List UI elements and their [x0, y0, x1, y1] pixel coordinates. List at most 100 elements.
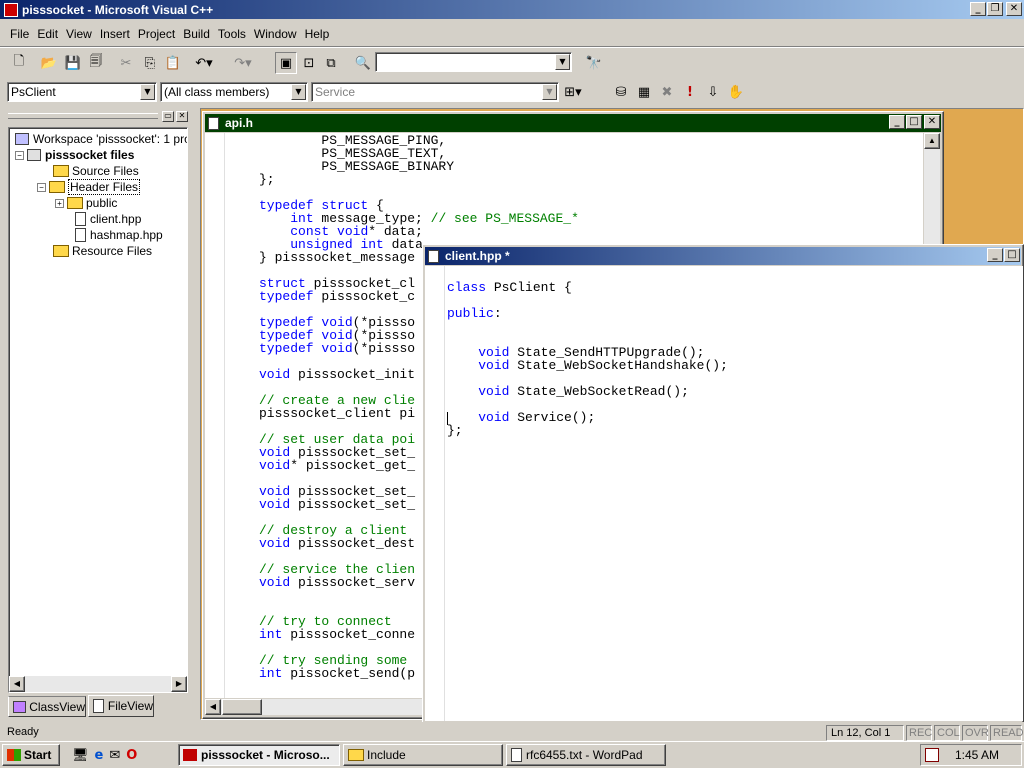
- output-toggle-icon[interactable]: ⊡: [298, 52, 320, 74]
- wizard-action-icon[interactable]: ⊞▾: [562, 81, 584, 103]
- client-hpp-titlebar[interactable]: client.hpp * _ □: [425, 247, 1021, 265]
- api-close-button[interactable]: ✕: [924, 115, 940, 129]
- workspace-icon: [15, 133, 29, 145]
- tree-header-files[interactable]: − Header Files: [37, 179, 141, 195]
- paste-icon[interactable]: 📋: [162, 52, 184, 74]
- document-icon: [208, 116, 219, 130]
- tree-client-hpp[interactable]: client.hpp: [75, 211, 141, 227]
- app-titlebar[interactable]: pisssocket - Microsoft Visual C++ _ ❐ ✕: [0, 0, 1024, 19]
- menu-tools[interactable]: Tools: [214, 27, 250, 41]
- clock[interactable]: 1:45 AM: [955, 748, 999, 762]
- show-desktop-icon[interactable]: 🖥: [72, 748, 89, 763]
- workspace-close-button[interactable]: ✕: [176, 111, 188, 122]
- menu-insert[interactable]: Insert: [96, 27, 134, 41]
- collapse-icon[interactable]: −: [37, 182, 46, 192]
- api-minimize-button[interactable]: _: [889, 115, 905, 129]
- menu-view[interactable]: View: [62, 27, 96, 41]
- task-msdev[interactable]: pisssocket - Microso...: [178, 744, 340, 766]
- chevron-down-icon[interactable]: ▼: [140, 84, 155, 100]
- menu-help[interactable]: Help: [301, 27, 334, 41]
- scroll-left-icon[interactable]: ◀: [205, 699, 221, 715]
- workspace-toggle-icon[interactable]: ▣: [275, 52, 297, 74]
- copy-icon[interactable]: ⎘: [139, 52, 161, 74]
- menu-project[interactable]: Project: [134, 27, 179, 41]
- task-label: Include: [367, 748, 406, 762]
- client-hpp-title: client.hpp *: [445, 249, 510, 263]
- open-folder-icon[interactable]: 📂: [38, 52, 60, 74]
- tree-resource-files[interactable]: Resource Files: [53, 243, 152, 259]
- client-hpp-window[interactable]: client.hpp * _ □ class PsClient { public…: [422, 244, 1024, 724]
- internet-explorer-icon[interactable]: e: [95, 748, 104, 763]
- class-combo[interactable]: PsClient ▼: [7, 82, 157, 102]
- save-all-icon[interactable]: 🗐: [85, 52, 107, 74]
- tree-root-label: Workspace 'pisssocket': 1 proje: [33, 132, 188, 146]
- expand-icon[interactable]: +: [55, 198, 64, 208]
- text-caret: [447, 412, 448, 425]
- menu-file[interactable]: File: [6, 27, 33, 41]
- cut-icon[interactable]: ✂: [115, 52, 137, 74]
- client-maximize-button[interactable]: □: [1004, 248, 1020, 262]
- tree-item-label: Source Files: [72, 164, 139, 178]
- client-gutter: [425, 266, 445, 721]
- workspace-grip[interactable]: [8, 113, 158, 119]
- undo-icon[interactable]: ↶▾: [193, 52, 215, 74]
- menu-window[interactable]: Window: [250, 27, 301, 41]
- build-icon[interactable]: ▦: [633, 81, 655, 103]
- client-code-line: void State_WebSocketRead();: [478, 384, 689, 399]
- scroll-left-icon[interactable]: ◀: [9, 676, 25, 692]
- status-read: READ: [990, 725, 1024, 741]
- tree-item-label: hashmap.hpp: [90, 228, 163, 242]
- redo-icon[interactable]: ↷▾: [232, 52, 254, 74]
- api-maximize-button[interactable]: □: [906, 115, 922, 129]
- task-include[interactable]: Include: [343, 744, 503, 766]
- stop-build-icon[interactable]: ✖: [656, 81, 678, 103]
- chevron-down-icon[interactable]: ▼: [555, 54, 570, 70]
- save-icon[interactable]: 💾: [62, 52, 84, 74]
- tab-fileview[interactable]: FileView: [88, 695, 154, 717]
- window-list-icon[interactable]: ⧉: [320, 52, 342, 74]
- start-button[interactable]: Start: [2, 744, 60, 766]
- collapse-icon[interactable]: −: [15, 150, 24, 160]
- client-editor[interactable]: class PsClient { public: void State_Send…: [425, 266, 1023, 721]
- find-in-files-icon[interactable]: 🔍: [352, 52, 374, 74]
- menu-build[interactable]: Build: [179, 27, 214, 41]
- outlook-express-icon[interactable]: ✉: [109, 748, 120, 763]
- new-file-icon[interactable]: 🗋: [8, 52, 30, 74]
- compile-icon[interactable]: ⛁: [610, 81, 632, 103]
- tree-public[interactable]: + public: [55, 195, 117, 211]
- scroll-up-icon[interactable]: ▲: [924, 133, 940, 149]
- tree-project-label: pisssocket files: [45, 148, 135, 162]
- chevron-down-icon[interactable]: ▼: [542, 84, 557, 100]
- tray-icon[interactable]: [925, 748, 939, 762]
- breakpoint-hand-icon[interactable]: ✋: [725, 81, 747, 103]
- classview-icon: [13, 700, 27, 713]
- filter-combo[interactable]: (All class members) ▼: [160, 82, 308, 102]
- execute-icon[interactable]: !: [679, 81, 701, 103]
- scroll-thumb[interactable]: [222, 699, 262, 715]
- system-tray: 1:45 AM: [920, 744, 1022, 766]
- tab-classview[interactable]: ClassView: [8, 696, 86, 717]
- tree-workspace-root[interactable]: Workspace 'pisssocket': 1 proje: [15, 131, 188, 147]
- start-label: Start: [24, 748, 52, 762]
- task-wordpad[interactable]: rfc6455.txt - WordPad: [506, 744, 666, 766]
- restore-button[interactable]: ❐: [987, 2, 1003, 16]
- go-icon[interactable]: ⇩: [702, 81, 724, 103]
- tree-hscrollbar[interactable]: ◀ ▶: [9, 676, 187, 692]
- minimize-button[interactable]: _: [970, 2, 986, 16]
- tree-source-files[interactable]: Source Files: [53, 163, 139, 179]
- api-h-titlebar[interactable]: api.h _ □ ✕: [205, 114, 941, 132]
- close-button[interactable]: ✕: [1006, 2, 1022, 16]
- scroll-right-icon[interactable]: ▶: [171, 676, 187, 692]
- tree-hashmap-hpp[interactable]: hashmap.hpp: [75, 227, 163, 243]
- find-combo[interactable]: ▼: [375, 52, 572, 72]
- menu-edit[interactable]: Edit: [33, 27, 62, 41]
- find-icon[interactable]: 🔭: [583, 52, 605, 74]
- client-minimize-button[interactable]: _: [987, 248, 1003, 262]
- tree-project[interactable]: − pisssocket files: [15, 147, 134, 163]
- chevron-down-icon[interactable]: ▼: [291, 84, 306, 100]
- wordpad-icon: [511, 748, 522, 762]
- member-combo[interactable]: Service ▼: [311, 82, 559, 102]
- workspace-maximize-button[interactable]: ▭: [162, 111, 174, 122]
- opera-icon[interactable]: O: [126, 748, 137, 763]
- api-code-line: };: [259, 172, 275, 187]
